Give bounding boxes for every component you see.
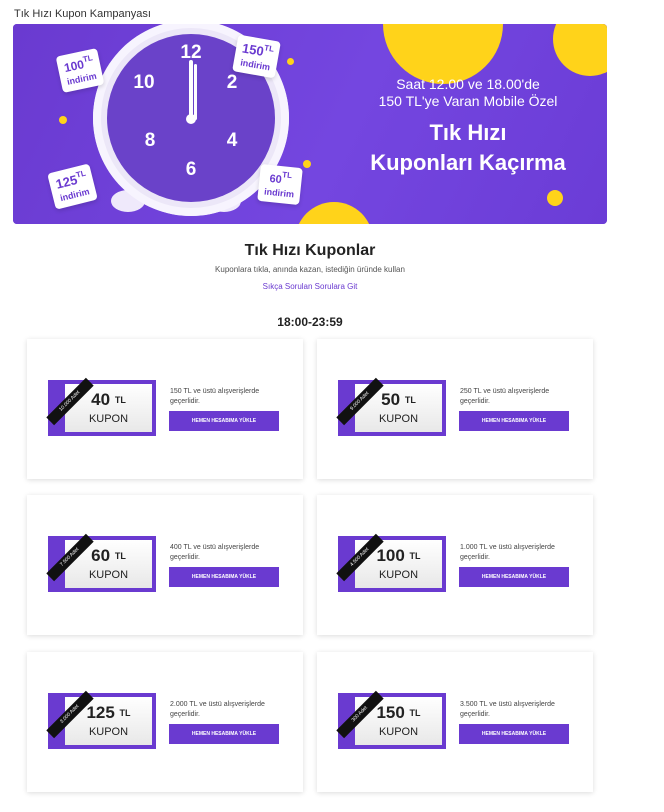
load-coupon-button[interactable]: HEMEN HESABIMA YÜKLE <box>169 411 279 431</box>
clock-hour-hand <box>189 60 193 120</box>
banner-decor-dot <box>303 160 311 168</box>
banner-decor-dot <box>287 58 294 65</box>
coupon-amount-unit: TL <box>409 551 421 561</box>
coupon-card: 150 TL KUPON 300 Adet 3.500 TL ve üstü a… <box>317 652 593 792</box>
tag-label: indirim <box>66 70 98 87</box>
coupon-amount-value: 150 <box>376 703 405 722</box>
coupon-amount-unit: TL <box>114 395 126 405</box>
banner-subtitle-line1: Saat 12.00 ve 18.00'de <box>396 76 540 92</box>
load-coupon-button[interactable]: HEMEN HESABIMA YÜKLE <box>459 411 569 431</box>
clock-number: 10 <box>133 72 155 93</box>
coupon-description: 150 TL ve üstü alışverişlerde geçerlidir… <box>170 388 260 405</box>
coupon-description: 1.000 TL ve üstü alışverişlerde geçerlid… <box>460 544 555 561</box>
coupon-ticket: 100 TL KUPON 4.500 Adet <box>336 533 446 592</box>
coupon-card: 100 TL KUPON 4.500 Adet 1.000 TL ve üstü… <box>317 495 593 635</box>
clock-number: 6 <box>185 159 197 180</box>
banner-title-line2: Kuponları Kaçırma <box>370 150 566 175</box>
coupon-amount-value: 50 <box>381 390 401 409</box>
section-subtitle: Kuponlara tıkla, anında kazan, istediğin… <box>215 265 405 274</box>
coupon-card: 60 TL KUPON 7.500 Adet 400 TL ve üstü al… <box>27 495 303 635</box>
tag-unit: TL <box>75 168 87 180</box>
coupon-description: 400 TL ve üstü alışverişlerde geçerlidir… <box>170 544 260 561</box>
clock-number: 4 <box>226 130 238 151</box>
discount-tag: 60TL indirim <box>257 163 303 206</box>
coupon-description: 3.500 TL ve üstü alışverişlerde geçerlid… <box>460 701 555 718</box>
tag-amount: 150 <box>240 40 265 60</box>
coupon-amount-unit: TL <box>404 395 416 405</box>
coupon-card: 50 TL KUPON 9.000 Adet 250 TL ve üstü al… <box>317 339 593 479</box>
coupon-label: KUPON <box>378 726 419 738</box>
coupon-amount-value: 125 <box>86 703 115 722</box>
load-coupon-button[interactable]: HEMEN HESABIMA YÜKLE <box>459 567 569 587</box>
discount-tag: 150TL indirim <box>232 34 282 79</box>
page-title: Tık Hızı Kupon Kampanyası <box>14 8 151 20</box>
clock-number: 2 <box>226 72 238 93</box>
coupon-label: KUPON <box>88 726 129 738</box>
coupon-ticket: 40 TL KUPON 10.000 Adet <box>46 377 156 436</box>
load-coupon-button[interactable]: HEMEN HESABIMA YÜKLE <box>459 724 569 744</box>
tag-unit: TL <box>263 43 275 54</box>
coupon-card: 125 TL KUPON 3.000 Adet 2.000 TL ve üstü… <box>27 652 303 792</box>
tag-unit: TL <box>281 170 293 181</box>
coupon-amount-value: 40 <box>91 390 111 409</box>
coupon-amount-value: 60 <box>91 546 111 565</box>
tag-label: indirim <box>239 57 271 73</box>
coupon-amount-unit: TL <box>119 708 131 718</box>
load-coupon-button[interactable]: HEMEN HESABIMA YÜKLE <box>169 567 279 587</box>
coupon-card: 40 TL KUPON 10.000 Adet 150 TL ve üstü a… <box>27 339 303 479</box>
coupon-amount-unit: TL <box>409 708 421 718</box>
coupon-ticket: 50 TL KUPON 9.000 Adet <box>336 377 446 436</box>
coupon-amount-unit: TL <box>114 551 126 561</box>
coupon-description: 250 TL ve üstü alışverişlerde geçerlidir… <box>460 388 550 405</box>
banner-title-line1: Tık Hızı <box>429 120 507 145</box>
section-title: Tık Hızı Kuponlar <box>244 242 376 259</box>
tag-amount: 60 <box>268 172 283 187</box>
coupon-label: KUPON <box>88 569 129 581</box>
coupon-ticket: 60 TL KUPON 7.500 Adet <box>46 533 156 592</box>
banner-decor-dot <box>547 190 563 206</box>
tag-label: indirim <box>263 186 295 200</box>
coupon-description: 2.000 TL ve üstü alışverişlerde geçerlid… <box>170 701 265 718</box>
coupon-ticket: 125 TL KUPON 3.000 Adet <box>46 690 156 749</box>
coupon-amount-value: 100 <box>376 546 405 565</box>
banner-text: Saat 12.00 ve 18.00'de 150 TL'ye Varan M… <box>329 76 607 178</box>
time-range: 18:00-23:59 <box>277 315 343 329</box>
faq-link[interactable]: Sıkça Sorulan Sorulara Git <box>0 282 620 291</box>
clock-minute-hand <box>194 64 197 120</box>
clock-center <box>186 114 196 124</box>
campaign-banner[interactable]: 12 2 4 6 8 10 100TL indirim 150TL indiri… <box>13 24 607 224</box>
clock-number: 8 <box>144 130 156 151</box>
banner-decor-dot <box>59 116 67 124</box>
coupon-label: KUPON <box>378 413 419 425</box>
load-coupon-button[interactable]: HEMEN HESABIMA YÜKLE <box>169 724 279 744</box>
coupon-label: KUPON <box>378 569 419 581</box>
tag-unit: TL <box>81 53 94 65</box>
coupon-label: KUPON <box>88 413 129 425</box>
coupon-ticket: 150 TL KUPON 300 Adet <box>336 690 446 749</box>
banner-subtitle-line2: 150 TL'ye Varan Mobile Özel <box>378 93 558 109</box>
